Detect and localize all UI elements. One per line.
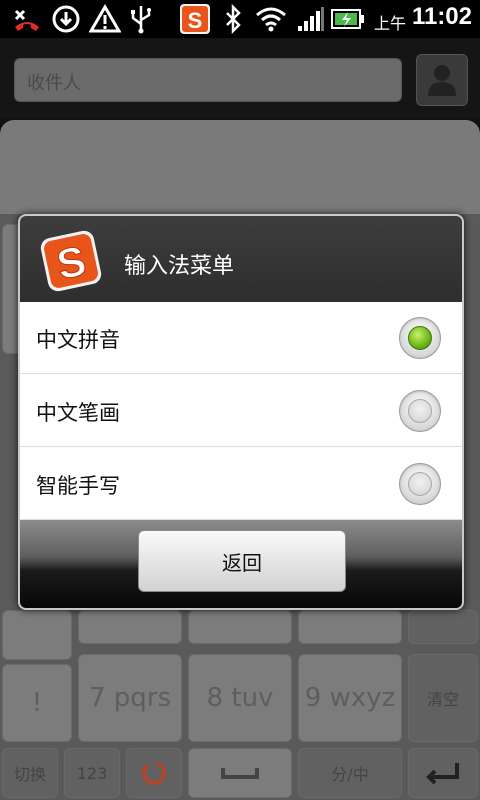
svg-text:S: S	[188, 8, 203, 33]
dialog-title: 输入法菜单	[124, 254, 235, 279]
key-mode[interactable]: 分/中	[298, 748, 402, 798]
key-clear[interactable]: 清空	[408, 654, 478, 742]
radio-button[interactable]	[399, 390, 441, 432]
sogou-app-icon: S	[178, 4, 212, 34]
radio-dot	[408, 472, 432, 496]
key-switch[interactable]: 切换	[2, 748, 58, 798]
radio-button[interactable]	[399, 463, 441, 505]
status-time: 11:02	[411, 3, 472, 30]
key-123[interactable]: 123	[64, 748, 120, 798]
compose-area[interactable]	[0, 120, 480, 220]
missed-call-icon	[10, 4, 44, 34]
keyboard-key[interactable]: !	[2, 664, 72, 742]
usb-icon	[128, 4, 154, 34]
sogou-logo-icon: S	[40, 230, 102, 292]
option-pinyin[interactable]: 中文拼音	[20, 302, 462, 374]
option-stroke[interactable]: 中文笔画	[20, 375, 462, 447]
download-icon	[50, 4, 82, 34]
keyboard-key[interactable]	[188, 610, 292, 644]
sogou-small-icon	[142, 761, 166, 785]
keyboard-key[interactable]	[408, 610, 478, 644]
key-7[interactable]: 7 pqrs	[78, 654, 182, 742]
contact-icon	[428, 65, 456, 96]
option-label: 中文拼音	[36, 328, 120, 352]
option-label: 中文笔画	[36, 401, 120, 425]
dialog-footer: 返回	[20, 520, 462, 608]
key-space[interactable]	[188, 748, 292, 798]
keyboard-key[interactable]	[78, 610, 182, 644]
dialog-header: S 输入法菜单	[20, 216, 462, 302]
key-9[interactable]: 9 wxyz	[298, 654, 402, 742]
signal-icon	[296, 4, 326, 34]
radio-button-checked[interactable]	[399, 317, 441, 359]
keyboard-key[interactable]	[298, 610, 402, 644]
key-8[interactable]: 8 tuv	[188, 654, 292, 742]
option-handwriting[interactable]: 智能手写	[20, 448, 462, 520]
recipient-bar: 收件人	[0, 38, 480, 118]
back-button[interactable]: 返回	[138, 530, 346, 592]
option-label: 智能手写	[36, 474, 120, 498]
battery-charging-icon	[330, 4, 366, 34]
contact-picker-button[interactable]	[416, 54, 468, 106]
warning-icon	[88, 4, 122, 34]
input-method-menu-dialog: S 输入法菜单 中文拼音 中文笔画 智能手写 返回	[18, 214, 464, 610]
key-sogou[interactable]	[126, 748, 182, 798]
keyboard-key[interactable]	[2, 610, 72, 660]
status-bar: S 上午 11:02	[0, 0, 480, 38]
radio-dot	[408, 326, 432, 350]
status-ampm: 上午	[373, 14, 406, 33]
space-icon	[221, 768, 259, 779]
recipient-input[interactable]: 收件人	[14, 58, 402, 102]
radio-dot	[408, 399, 432, 423]
bluetooth-icon	[222, 4, 244, 34]
enter-icon	[426, 763, 459, 785]
wifi-icon	[254, 4, 288, 34]
key-enter[interactable]	[408, 748, 478, 798]
